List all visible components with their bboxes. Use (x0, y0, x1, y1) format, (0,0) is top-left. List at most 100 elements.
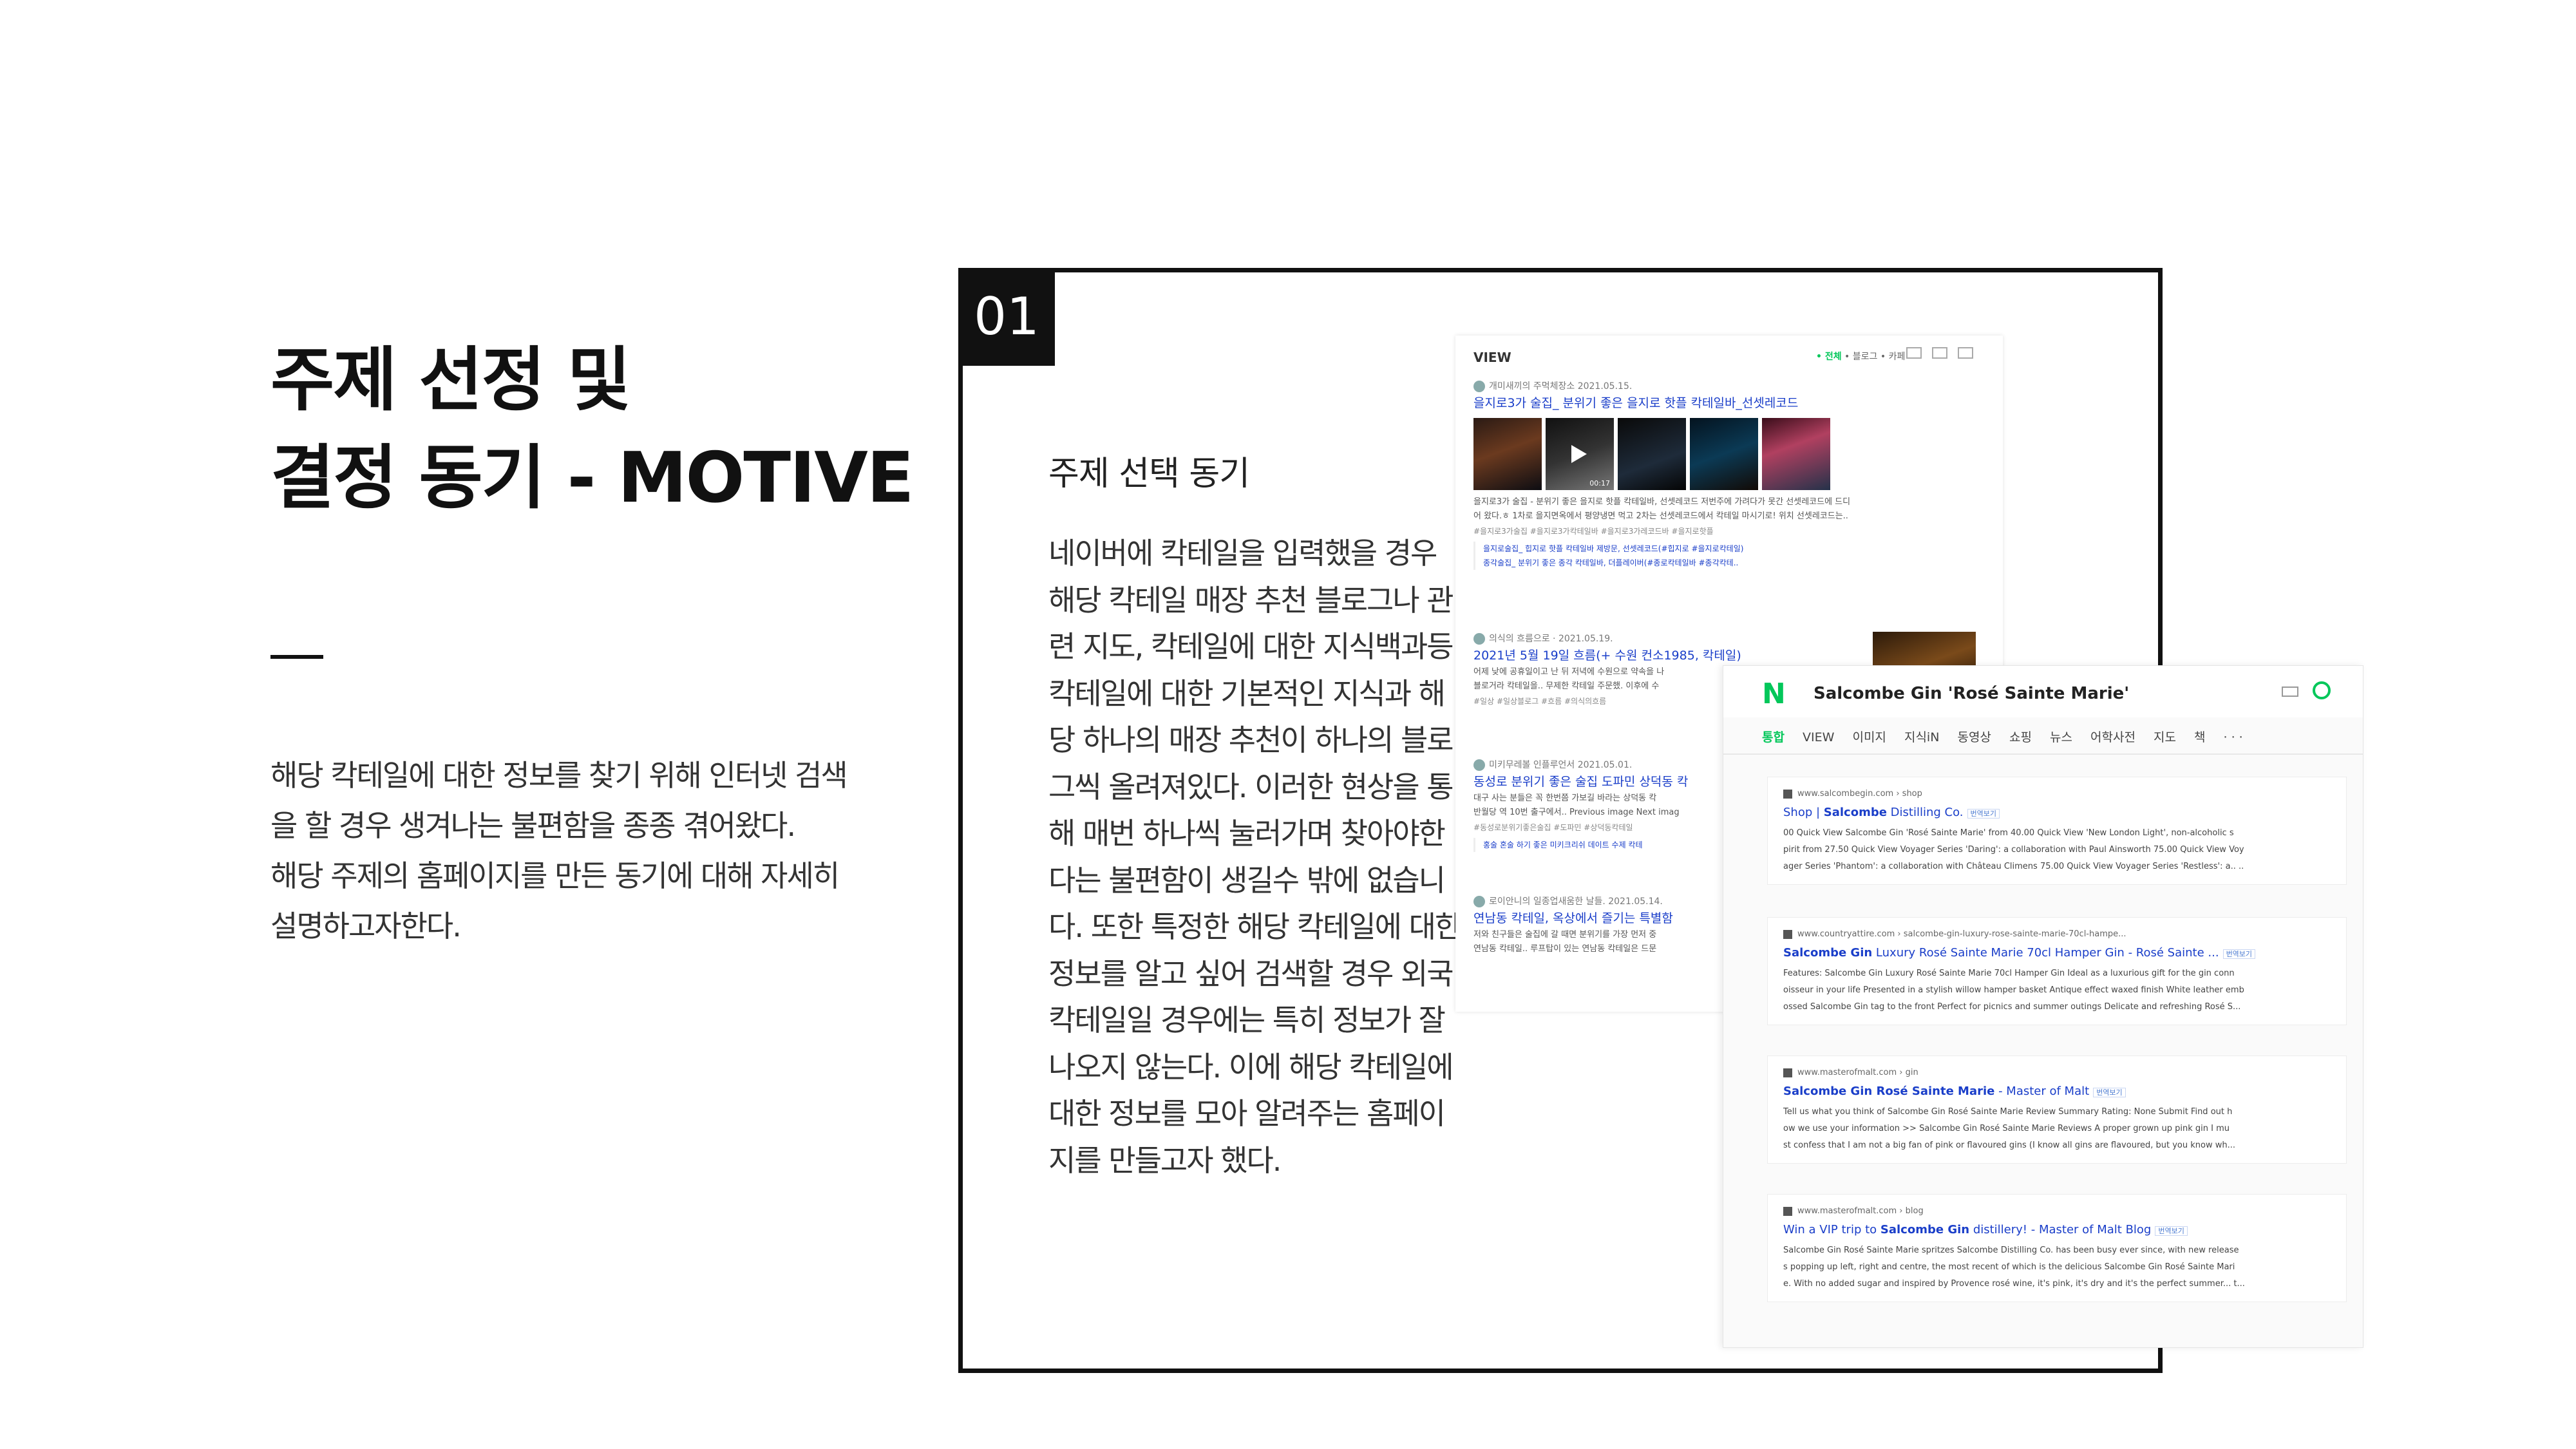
result-source: www.countryattire.com › salcombe-gin-lux… (1797, 929, 2126, 939)
body-line: 해당 칵테일 매장 추천 블로그나 관 (1048, 582, 1454, 618)
tab-all[interactable]: 통합 (1762, 730, 1785, 744)
list-view-icon[interactable] (1906, 347, 1922, 359)
description-line: 해당 칵테일에 대한 정보를 찾기 위해 인터넷 검색 (270, 758, 848, 793)
site-favicon (1783, 1206, 1792, 1216)
tab-divider (1723, 753, 2363, 755)
tab-video[interactable]: 동영상 (1957, 730, 1991, 744)
result-snippet: e. With no added sugar and inspired by P… (1783, 1279, 2245, 1289)
result-source: www.masterofmalt.com › blog (1797, 1206, 1924, 1216)
result-title-link[interactable]: Salcombe Gin Rosé Sainte Marie - Master … (1783, 1081, 2331, 1104)
search-result: www.countryattire.com › salcombe-gin-lux… (1767, 917, 2347, 1025)
thumbnail[interactable] (1473, 418, 1542, 490)
result-title-link[interactable]: Shop | Salcombe Distilling Co. 번역보기 (1783, 802, 2331, 825)
description-line: 설명하고자한다. (270, 909, 462, 943)
body-line: 네이버에 칵테일을 입력했을 경우 (1048, 536, 1437, 571)
post-tags: #을지로3가술집 #을지로3가칵테일바 #을지로3가레코드바 #을지로핫플 (1473, 527, 1714, 536)
avatar (1473, 759, 1485, 771)
body-line: 나오지 않는다. 이에 해당 칵테일에 (1048, 1049, 1454, 1084)
filter-cafe[interactable]: • 카페 (1880, 352, 1905, 362)
view-header: VIEW (1473, 350, 1511, 365)
post-title-link[interactable]: 을지로3가 술집_ 분위기 좋은 을지로 핫플 칵테일바_선셋레코드 (1473, 393, 1989, 413)
translate-button[interactable]: 번역보기 (2222, 949, 2256, 959)
post-meta: 로이안니의 일종업새움한 날들. 2021.05.14. (1489, 896, 1663, 907)
page-title-line: 주제 선정 및 (270, 340, 631, 421)
filter-blog[interactable]: • 블로그 (1844, 352, 1877, 362)
tab-view[interactable]: VIEW (1803, 730, 1834, 744)
translate-button[interactable]: 번역보기 (2155, 1226, 2188, 1236)
site-favicon (1783, 1068, 1792, 1077)
body-line: 련 지도, 칵테일에 대한 지식백과등 (1048, 629, 1454, 664)
search-query[interactable]: Salcombe Gin 'Rosé Sainte Marie' (1814, 684, 2129, 703)
avatar (1473, 896, 1485, 907)
tab-more[interactable]: · · · (2224, 730, 2243, 744)
tab-books[interactable]: 책 (2194, 730, 2205, 744)
body-line: 다는 불편함이 생길수 밖에 없습니 (1048, 862, 1446, 898)
page-title: 주제 선정 및 결정 동기 - MOTIVE (270, 332, 914, 527)
translate-button[interactable]: 번역보기 (2093, 1088, 2126, 1097)
avatar (1473, 633, 1485, 645)
body-line: 그씩 올려져있다. 이러한 현상을 통 (1048, 769, 1454, 804)
body-line: 해 매번 하나씩 눌러가며 찾아야한 (1048, 816, 1446, 851)
thumbnail[interactable] (1762, 418, 1830, 490)
body-line: 칵테일에 대한 기본적인 지식과 해 (1048, 676, 1446, 711)
view-filters: • 전체 • 블로그 • 카페 (1816, 350, 1905, 363)
result-snippet: ow we use your information >> Salcombe G… (1783, 1124, 2230, 1133)
search-result: www.masterofmalt.com › blog Win a VIP tr… (1767, 1194, 2347, 1302)
result-snippet: ossed Salcombe Gin tag to the front Perf… (1783, 1002, 2241, 1012)
result-title-link[interactable]: Win a VIP trip to Salcombe Gin distiller… (1783, 1219, 2331, 1242)
panel-body: 네이버에 칵테일을 입력했을 경우 해당 칵테일 매장 추천 블로그나 관 련 … (1048, 530, 1473, 1184)
post-thumbnails: 00:17 (1473, 418, 1989, 490)
result-snippet: Salcombe Gin Rosé Sainte Marie spritzes … (1783, 1245, 2239, 1255)
play-icon (1571, 445, 1587, 463)
tab-map[interactable]: 지도 (2154, 730, 2176, 744)
card-view-icon[interactable] (1932, 347, 1947, 359)
site-favicon (1783, 929, 1792, 939)
description-line: 을 할 경우 생겨나는 불편함을 종종 겪어왔다. (270, 808, 796, 843)
thumbnail[interactable] (1690, 418, 1758, 490)
grid-view-icon[interactable] (1958, 347, 1973, 359)
post-meta: 의식의 흐름으로 · 2021.05.19. (1489, 634, 1613, 644)
body-line: 정보를 알고 싶어 검색할 경우 외국 (1048, 956, 1454, 991)
description-line: 해당 주제의 홈페이지를 만든 동기에 대해 자세히 (270, 858, 840, 893)
result-snippet: st confess that I am not a big fan of pi… (1783, 1141, 2236, 1150)
post-snippet: 을지로3가 술집 - 분위기 좋은 을지로 핫플 칵테일바, 선셋레코드 저번주… (1473, 497, 1851, 507)
search-bar: N Salcombe Gin 'Rosé Sainte Marie' (1723, 666, 2363, 717)
tab-images[interactable]: 이미지 (1852, 730, 1886, 744)
result-source: www.masterofmalt.com › gin (1797, 1068, 1918, 1077)
result-snippet: s popping up left, right and centre, the… (1783, 1262, 2235, 1272)
search-result: www.masterofmalt.com › gin Salcombe Gin … (1767, 1056, 2347, 1164)
related-post-link[interactable]: 종각술집_ 분위기 좋은 종각 칵테일바, 더플레이버(#종로칵테일바 #종각칵… (1483, 556, 1989, 570)
thumbnail[interactable] (1618, 418, 1686, 490)
tab-shopping[interactable]: 쇼핑 (2009, 730, 2032, 744)
result-snippet: pirit from 27.50 Quick View Voyager Seri… (1783, 845, 2244, 855)
view-post: 개미새끼의 주먹체장소 2021.05.15. 을지로3가 술집_ 분위기 좋은… (1473, 379, 1989, 573)
body-line: 다. 또한 특정한 해당 칵테일에 대한 (1048, 909, 1462, 944)
result-snippet: ager Series 'Phantom': a collaboration w… (1783, 862, 2244, 871)
result-snippet: Tell us what you think of Salcombe Gin R… (1783, 1107, 2233, 1117)
result-title-link[interactable]: Salcombe Gin Luxury Rosé Sainte Marie 70… (1783, 942, 2331, 965)
english-search-screenshot: N Salcombe Gin 'Rosé Sainte Marie' 통합 VI… (1723, 665, 2363, 1348)
page-title-line: 결정 동기 - MOTIVE (270, 438, 914, 518)
avatar (1473, 381, 1485, 392)
filter-all[interactable]: • 전체 (1816, 352, 1842, 362)
tab-kin[interactable]: 지식iN (1904, 730, 1939, 744)
post-snippet: 어 왔다.ㅎ 1차로 을지면옥에서 평양냉면 먹고 2차는 선셋레코드에서 칵테… (1473, 511, 1848, 521)
tab-dictionary[interactable]: 어학사전 (2090, 730, 2136, 744)
section-number-badge: 01 (958, 268, 1055, 366)
video-thumbnail[interactable]: 00:17 (1546, 418, 1614, 490)
search-icon[interactable] (2313, 681, 2331, 699)
naver-logo[interactable]: N (1762, 677, 1786, 710)
keyboard-icon[interactable] (2282, 687, 2298, 697)
result-source: www.salcombegin.com › shop (1797, 789, 1922, 799)
result-snippet: 00 Quick View Salcombe Gin 'Rosé Sainte … (1783, 828, 2234, 838)
post-meta: 개미새끼의 주먹체장소 2021.05.15. (1489, 381, 1633, 392)
related-post-link[interactable]: 을지로술집_ 힙지로 핫플 칵테일바 제방문, 선셋레코드(#힙지로 #을지로칵… (1483, 542, 1989, 556)
tab-news[interactable]: 뉴스 (2050, 730, 2072, 744)
search-tabs: 통합 VIEW 이미지 지식iN 동영상 쇼핑 뉴스 어학사전 지도 책 · ·… (1762, 728, 2257, 745)
translate-button[interactable]: 번역보기 (1967, 809, 2000, 819)
panel-heading: 주제 선택 동기 (1048, 455, 1250, 493)
result-snippet: Features: Salcombe Gin Luxury Rosé Saint… (1783, 969, 2235, 978)
content-panel: 01 주제 선택 동기 네이버에 칵테일을 입력했을 경우 해당 칵테일 매장 … (958, 268, 2363, 1373)
video-duration: 00:17 (1589, 479, 1610, 488)
body-line: 대한 정보를 모아 알려주는 홈페이 (1048, 1096, 1446, 1131)
